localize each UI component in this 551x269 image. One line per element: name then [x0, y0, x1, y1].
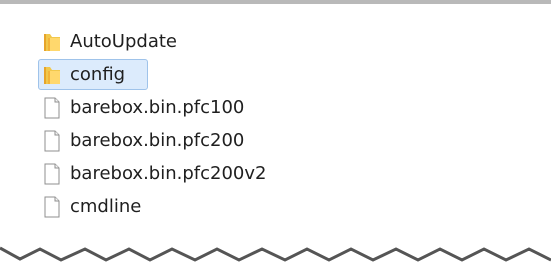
file-list-screenshot: AutoUpdate config barebox.bin.pfc100 bar…: [0, 0, 551, 269]
file-icon: [41, 96, 63, 120]
file-name: AutoUpdate: [70, 30, 177, 52]
list-item-barebox-pfc200v2[interactable]: barebox.bin.pfc200v2: [38, 158, 358, 189]
file-name: cmdline: [70, 195, 142, 217]
file-name: barebox.bin.pfc200v2: [70, 162, 267, 184]
file-name: barebox.bin.pfc200: [70, 129, 245, 151]
list-item-config[interactable]: config: [38, 59, 148, 90]
list-item-barebox-pfc200[interactable]: barebox.bin.pfc200: [38, 125, 358, 156]
folder-icon: [41, 30, 63, 54]
list-item-autoupdate[interactable]: AutoUpdate: [38, 26, 358, 57]
file-icon: [41, 195, 63, 219]
file-icon: [41, 162, 63, 186]
file-list: AutoUpdate config barebox.bin.pfc100 bar…: [38, 26, 358, 269]
list-item-cmdline[interactable]: cmdline: [38, 191, 358, 222]
list-item-barebox-pfc100[interactable]: barebox.bin.pfc100: [38, 92, 358, 123]
file-icon: [41, 129, 63, 153]
file-name: config: [70, 63, 126, 85]
folder-icon: [41, 63, 63, 87]
file-name: barebox.bin.pfc100: [70, 96, 245, 118]
